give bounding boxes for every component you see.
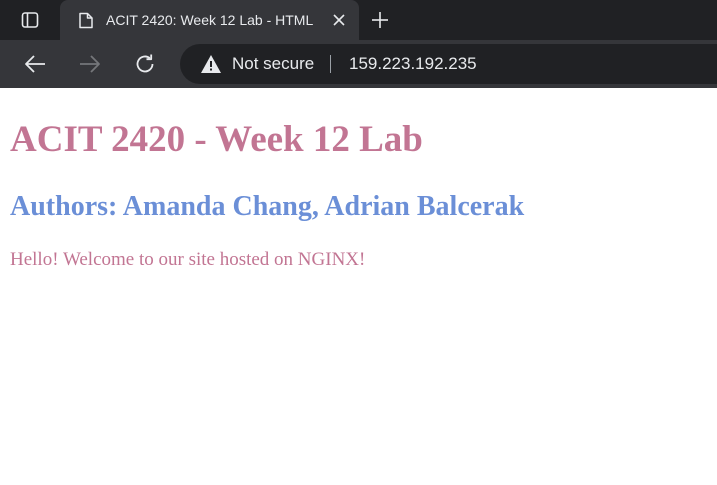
address-bar[interactable]: Not secure 159.223.192.235 bbox=[180, 44, 717, 84]
page-viewport: ACIT 2420 - Week 12 Lab Authors: Amanda … bbox=[0, 88, 717, 485]
tab-close-button[interactable] bbox=[329, 10, 349, 30]
reload-icon bbox=[136, 54, 154, 73]
tab-actions-button[interactable] bbox=[10, 8, 50, 32]
url-text[interactable]: 159.223.192.235 bbox=[349, 44, 477, 84]
reload-button[interactable] bbox=[131, 50, 159, 78]
arrow-right-icon bbox=[80, 55, 100, 73]
security-indicator[interactable]: Not secure bbox=[200, 44, 314, 84]
page-heading: ACIT 2420 - Week 12 Lab bbox=[10, 119, 423, 160]
tab-actions-icon bbox=[21, 12, 39, 28]
plus-icon bbox=[372, 12, 388, 28]
new-tab-button[interactable] bbox=[368, 8, 392, 32]
tab-strip: ACIT 2420: Week 12 Lab - HTML bbox=[0, 0, 717, 40]
toolbar: Not secure 159.223.192.235 bbox=[0, 40, 717, 88]
arrow-left-icon bbox=[25, 55, 45, 73]
forward-button[interactable] bbox=[76, 50, 104, 78]
tab-title: ACIT 2420: Week 12 Lab - HTML bbox=[106, 12, 314, 28]
welcome-text: Hello! Welcome to our site hosted on NGI… bbox=[10, 249, 366, 270]
close-icon bbox=[333, 14, 345, 26]
security-label: Not secure bbox=[232, 54, 315, 73]
omnibox-divider bbox=[330, 55, 331, 73]
document-icon bbox=[76, 10, 96, 30]
warning-icon bbox=[200, 54, 222, 74]
authors-heading: Authors: Amanda Chang, Adrian Balcerak bbox=[10, 191, 525, 222]
back-button[interactable] bbox=[21, 50, 49, 78]
browser-window: ACIT 2420: Week 12 Lab - HTML Not secure… bbox=[0, 0, 717, 485]
active-tab[interactable]: ACIT 2420: Week 12 Lab - HTML bbox=[60, 0, 359, 40]
